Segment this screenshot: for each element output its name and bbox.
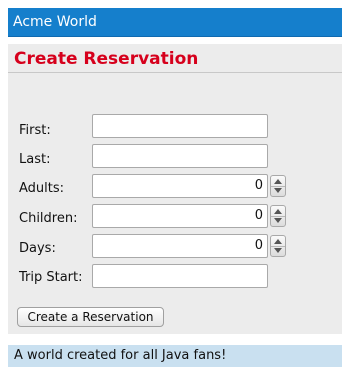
footer: A world created for all Java fans! bbox=[8, 345, 342, 367]
chevron-down-icon bbox=[274, 218, 282, 223]
first-name-field[interactable] bbox=[92, 114, 268, 138]
create-reservation-button[interactable]: Create a Reservation bbox=[17, 307, 164, 327]
adults-label: Adults: bbox=[19, 181, 65, 196]
children-decrement-button[interactable] bbox=[271, 216, 285, 226]
days-input[interactable]: 0 bbox=[92, 234, 268, 258]
footer-text: A world created for all Java fans! bbox=[14, 348, 227, 363]
adults-decrement-button[interactable] bbox=[271, 186, 285, 196]
children-spinner bbox=[270, 205, 286, 227]
app-header: Acme World bbox=[8, 8, 342, 37]
chevron-down-icon bbox=[274, 188, 282, 193]
app-title: Acme World bbox=[13, 14, 97, 30]
title-divider bbox=[8, 72, 342, 73]
panel-title: Create Reservation bbox=[14, 49, 199, 69]
first-name-label: First: bbox=[19, 123, 51, 138]
days-decrement-button[interactable] bbox=[271, 246, 285, 256]
last-name-field[interactable] bbox=[92, 144, 268, 168]
adults-input[interactable]: 0 bbox=[92, 174, 268, 198]
chevron-down-icon bbox=[274, 248, 282, 253]
children-label: Children: bbox=[19, 211, 78, 226]
children-stepper: 0 bbox=[92, 204, 289, 228]
days-label: Days: bbox=[19, 241, 56, 256]
trip-start-label: Trip Start: bbox=[19, 270, 83, 285]
trip-start-field[interactable] bbox=[92, 264, 268, 288]
chevron-up-icon bbox=[274, 179, 282, 184]
children-input[interactable]: 0 bbox=[92, 204, 268, 228]
adults-stepper: 0 bbox=[92, 174, 289, 198]
reservation-panel: Create Reservation First: Last: Adults: … bbox=[8, 44, 342, 334]
last-name-label: Last: bbox=[19, 152, 51, 167]
days-spinner bbox=[270, 235, 286, 257]
days-stepper: 0 bbox=[92, 234, 289, 258]
adults-spinner bbox=[270, 175, 286, 197]
chevron-up-icon bbox=[274, 239, 282, 244]
chevron-up-icon bbox=[274, 209, 282, 214]
